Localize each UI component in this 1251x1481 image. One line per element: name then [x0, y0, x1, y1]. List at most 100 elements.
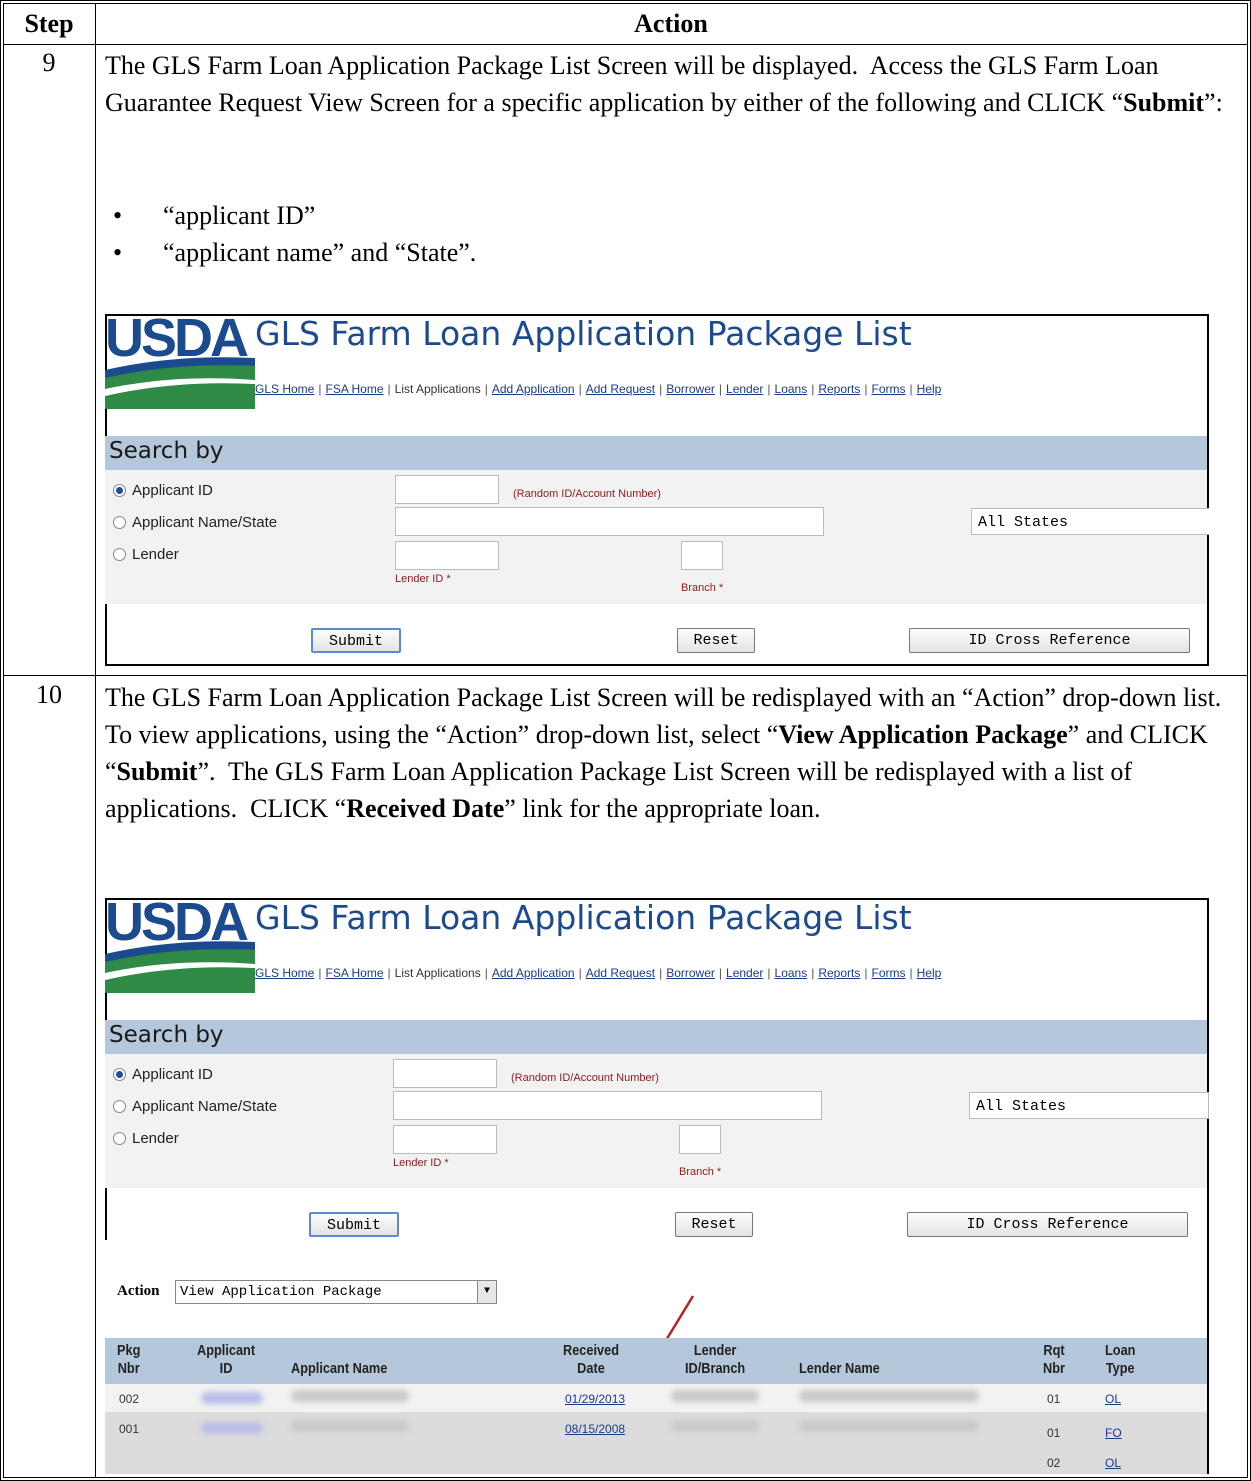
- branch-input[interactable]: [681, 541, 723, 570]
- nav-add-request[interactable]: Add Request: [586, 382, 655, 396]
- redacted-applicant-id: [201, 1422, 263, 1434]
- nav-list-applications[interactable]: List Applications: [395, 382, 481, 396]
- header-divider: [3, 44, 1247, 45]
- hint-random-id: (Random ID/Account Number): [513, 488, 661, 500]
- cell-rqt: 02: [1047, 1456, 1061, 1470]
- lender-id-input[interactable]: [395, 541, 499, 570]
- redacted-lender-id: [671, 1420, 759, 1432]
- nav-loans[interactable]: Loans: [775, 966, 808, 980]
- dropdown-arrow-icon[interactable]: ▼: [477, 1281, 496, 1303]
- loan-type-link[interactable]: OL: [1105, 1456, 1121, 1470]
- col-lender-name: Lender Name: [799, 1360, 880, 1377]
- submit-button[interactable]: Submit: [309, 1212, 399, 1237]
- col-applicant-id: Applicant ID: [197, 1342, 256, 1377]
- nav-borrower[interactable]: Borrower: [666, 966, 715, 980]
- radio-lender[interactable]: Lender: [113, 1130, 179, 1147]
- nav-help[interactable]: Help: [917, 382, 942, 396]
- radio-selected-icon: [113, 484, 126, 497]
- nav-gls-home[interactable]: GLS Home: [255, 966, 314, 980]
- search-band: Search by: [105, 436, 1207, 470]
- cell-pkg: 001: [119, 1422, 140, 1436]
- nav-help[interactable]: Help: [917, 966, 942, 980]
- nav-forms[interactable]: Forms: [872, 382, 906, 396]
- search-form: Applicant ID Applicant Name/State Lender…: [105, 470, 1209, 604]
- radio-applicant-id[interactable]: Applicant ID: [113, 482, 213, 499]
- lender-id-input[interactable]: [393, 1125, 497, 1154]
- nav-fsa-home[interactable]: FSA Home: [325, 966, 383, 980]
- nav-lender[interactable]: Lender: [726, 382, 763, 396]
- cell-rqt: 01: [1047, 1426, 1061, 1440]
- results-table-header: Pkg Nbr Applicant ID Applicant Name Receiv…: [105, 1338, 1207, 1384]
- nav-gls-home[interactable]: GLS Home: [255, 382, 314, 396]
- redacted-applicant-name: [291, 1420, 409, 1432]
- col-loan-type: Loan Type: [1105, 1342, 1136, 1377]
- state-select[interactable]: All States: [969, 1092, 1209, 1119]
- hint-branch: Branch *: [681, 582, 724, 594]
- header-step: Step: [24, 9, 74, 38]
- page-title: GLS Farm Loan Application Package List: [255, 314, 912, 353]
- nav-add-application[interactable]: Add Application: [492, 966, 575, 980]
- search-title: Search by: [109, 438, 224, 464]
- id-cross-reference-button[interactable]: ID Cross Reference: [909, 628, 1190, 653]
- usda-logo: USDA: [105, 898, 255, 993]
- radio-applicant-name[interactable]: Applicant Name/State: [113, 1098, 277, 1115]
- radio-icon: [113, 1100, 126, 1113]
- received-date-link[interactable]: 08/15/2008: [565, 1422, 625, 1436]
- nav-add-application[interactable]: Add Application: [492, 382, 575, 396]
- hint-branch: Branch *: [679, 1166, 722, 1178]
- step-number: 10: [36, 680, 62, 709]
- usda-logo-graphic: USDA: [105, 898, 255, 993]
- radio-applicant-id[interactable]: Applicant ID: [113, 1066, 213, 1083]
- state-select[interactable]: All States: [971, 508, 1209, 535]
- redacted-applicant-name: [291, 1390, 409, 1402]
- action-select-value: View Application Package: [180, 1284, 382, 1300]
- document-page: Step Action 9 The GLS Farm Loan Applicat…: [0, 0, 1251, 1481]
- nav-borrower[interactable]: Borrower: [666, 382, 715, 396]
- nav-forms[interactable]: Forms: [872, 966, 906, 980]
- col-pkg-nbr: Pkg Nbr: [117, 1342, 141, 1377]
- radio-applicant-name[interactable]: Applicant Name/State: [113, 514, 277, 531]
- applicant-id-input[interactable]: [393, 1059, 497, 1088]
- submit-button[interactable]: Submit: [311, 628, 401, 653]
- usda-logo-graphic: USDA: [105, 314, 255, 409]
- table-row: 001 08/15/2008 01 FO 02 OL: [105, 1412, 1207, 1474]
- row-divider: [3, 675, 1247, 676]
- cell-pkg: 002: [119, 1392, 140, 1406]
- loan-type-link[interactable]: FO: [1105, 1426, 1122, 1440]
- nav-reports[interactable]: Reports: [818, 382, 860, 396]
- nav-add-request[interactable]: Add Request: [586, 966, 655, 980]
- redacted-lender-id: [671, 1390, 759, 1402]
- nav-bar: GLS Home | FSA Home | List Applications | Add …: [255, 966, 942, 980]
- col-lender-id-branch: Lender ID/Branch: [685, 1342, 746, 1377]
- radio-icon: [113, 548, 126, 561]
- radio-lender[interactable]: Lender: [113, 546, 179, 563]
- applicant-name-input[interactable]: [395, 507, 824, 536]
- action-select[interactable]: View Application Package ▼: [175, 1280, 497, 1304]
- nav-loans[interactable]: Loans: [775, 382, 808, 396]
- redacted-applicant-id: [201, 1392, 263, 1404]
- reset-button[interactable]: Reset: [677, 628, 755, 653]
- search-form: Applicant ID Applicant Name/State Lender…: [105, 1054, 1209, 1188]
- nav-fsa-home[interactable]: FSA Home: [325, 382, 383, 396]
- nav-lender[interactable]: Lender: [726, 966, 763, 980]
- usda-logo: USDA: [105, 314, 255, 409]
- id-cross-reference-button[interactable]: ID Cross Reference: [907, 1212, 1188, 1237]
- received-date-link[interactable]: 01/29/2013: [565, 1392, 625, 1406]
- radio-selected-icon: [113, 1068, 126, 1081]
- applicant-id-input[interactable]: [395, 475, 499, 504]
- loan-type-link[interactable]: OL: [1105, 1392, 1121, 1406]
- step-number: 9: [42, 48, 56, 77]
- nav-list-applications[interactable]: List Applications: [395, 966, 481, 980]
- nav-reports[interactable]: Reports: [818, 966, 860, 980]
- table-row: 002 01/29/2013 01 OL: [105, 1384, 1207, 1412]
- reset-button[interactable]: Reset: [675, 1212, 753, 1237]
- col-rqt-nbr: Rqt Nbr: [1043, 1342, 1065, 1377]
- radio-icon: [113, 516, 126, 529]
- bullet-list: “applicant ID” “applicant name” and “Sta…: [105, 197, 1205, 271]
- step-text: The GLS Farm Loan Application Package Li…: [105, 51, 1223, 117]
- nav-bar: GLS Home | FSA Home | List Applications | Add …: [255, 382, 942, 396]
- applicant-name-input[interactable]: [393, 1091, 822, 1120]
- cell-rqt: 01: [1047, 1392, 1061, 1406]
- redacted-lender-name: [799, 1420, 979, 1432]
- branch-input[interactable]: [679, 1125, 721, 1154]
